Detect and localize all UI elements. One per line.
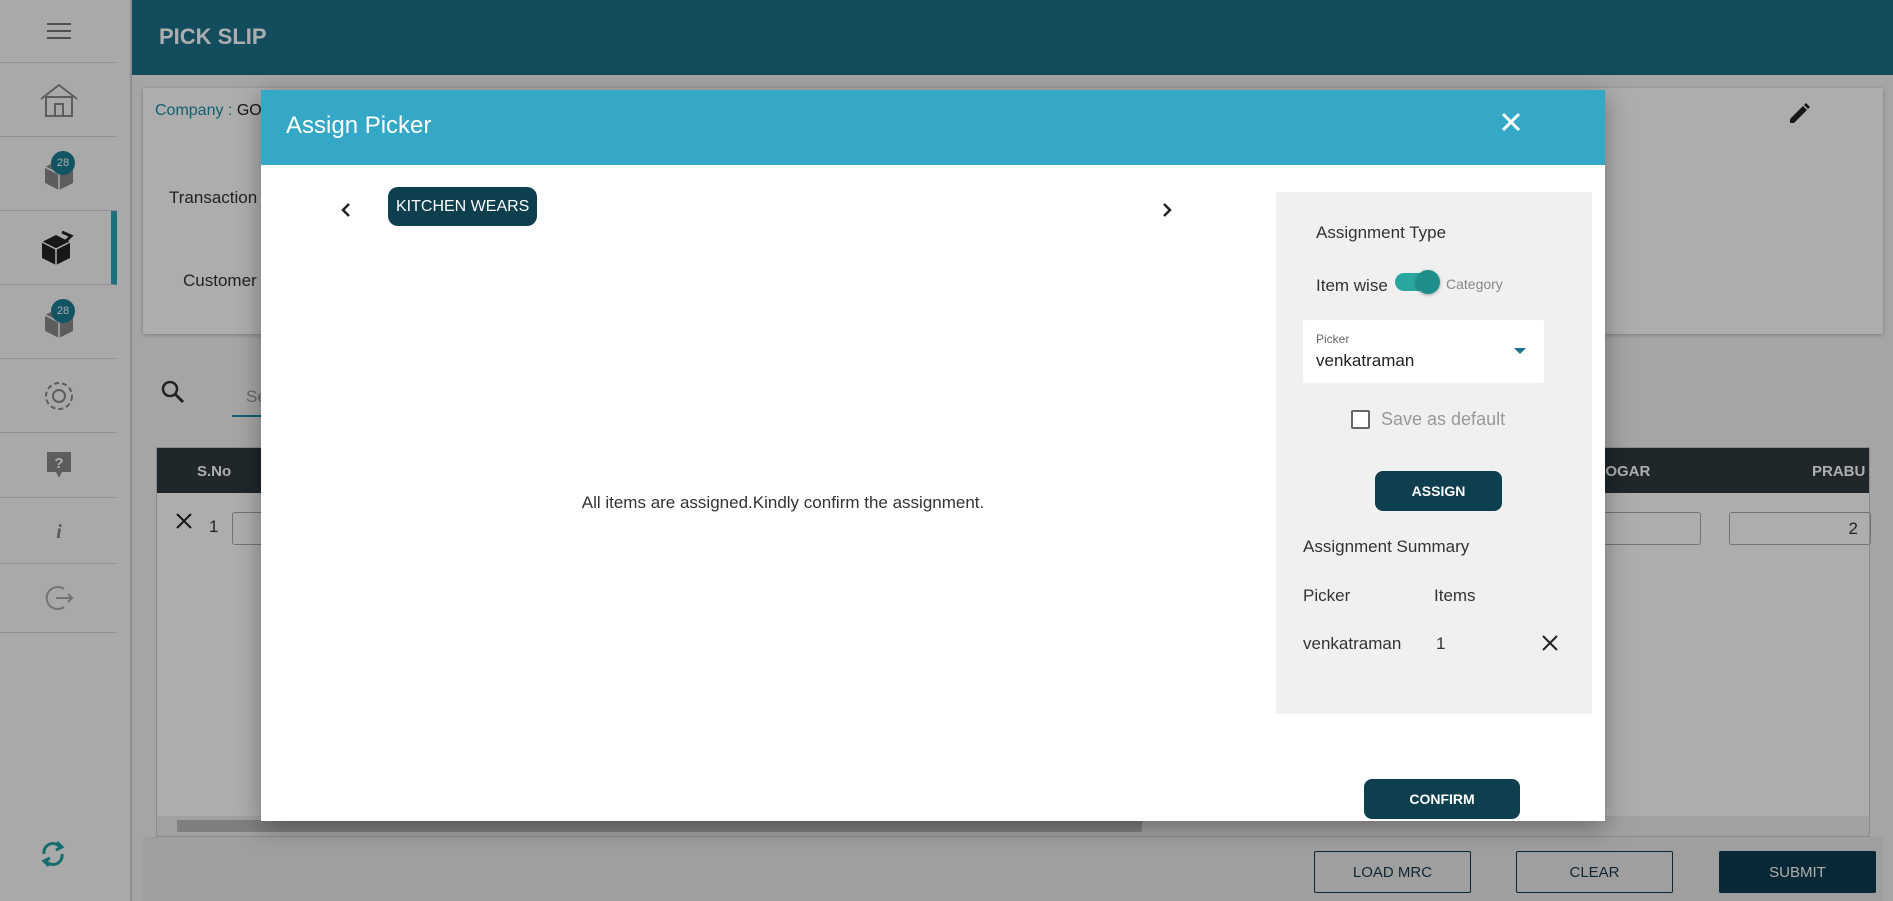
- remove-assignment-button[interactable]: [1535, 628, 1565, 658]
- category-prev-button[interactable]: [331, 195, 361, 225]
- summary-row-picker: venkatraman: [1303, 634, 1402, 653]
- save-as-default-checkbox[interactable]: Save as default: [1351, 409, 1505, 430]
- assignment-panel: Assignment Type Item wise Category Picke…: [1276, 192, 1592, 714]
- category-next-button[interactable]: [1152, 195, 1182, 225]
- chevron-down-icon: [1514, 348, 1526, 354]
- assign-button[interactable]: ASSIGN: [1375, 471, 1502, 511]
- empty-state-message: All items are assigned.Kindly confirm th…: [581, 493, 985, 512]
- chevron-left-icon: [341, 203, 350, 217]
- close-dialog-button[interactable]: [1493, 104, 1529, 140]
- toggle-knob[interactable]: [1416, 270, 1440, 294]
- confirm-button[interactable]: CONFIRM: [1364, 779, 1520, 819]
- save-as-default-label: Save as default: [1381, 409, 1506, 429]
- summary-header-items: Items: [1434, 586, 1476, 605]
- assignment-type-toggle[interactable]: [1395, 270, 1440, 294]
- dialog-title: Assign Picker: [286, 112, 432, 139]
- toggle-label-item-wise: Item wise: [1316, 276, 1388, 295]
- summary-row-items: 1: [1436, 634, 1446, 653]
- assign-picker-dialog: Assign Picker KITCHEN WEARS All items ar…: [261, 90, 1605, 821]
- assignment-summary-title: Assignment Summary: [1303, 537, 1470, 556]
- dialog-header: Assign Picker: [261, 90, 1605, 165]
- summary-header-picker: Picker: [1303, 586, 1351, 605]
- close-icon: [1501, 112, 1521, 132]
- checkbox-box[interactable]: [1351, 410, 1370, 429]
- picker-select-value: venkatraman: [1316, 351, 1415, 370]
- picker-select-label: Picker: [1316, 332, 1350, 346]
- close-icon: [1542, 635, 1558, 651]
- category-chip-kitchen-wears[interactable]: KITCHEN WEARS: [388, 187, 538, 226]
- picker-select[interactable]: Picker venkatraman: [1303, 320, 1544, 383]
- chevron-right-icon: [1163, 203, 1172, 217]
- assignment-type-label: Assignment Type: [1316, 223, 1447, 242]
- toggle-label-category: Category: [1446, 276, 1503, 292]
